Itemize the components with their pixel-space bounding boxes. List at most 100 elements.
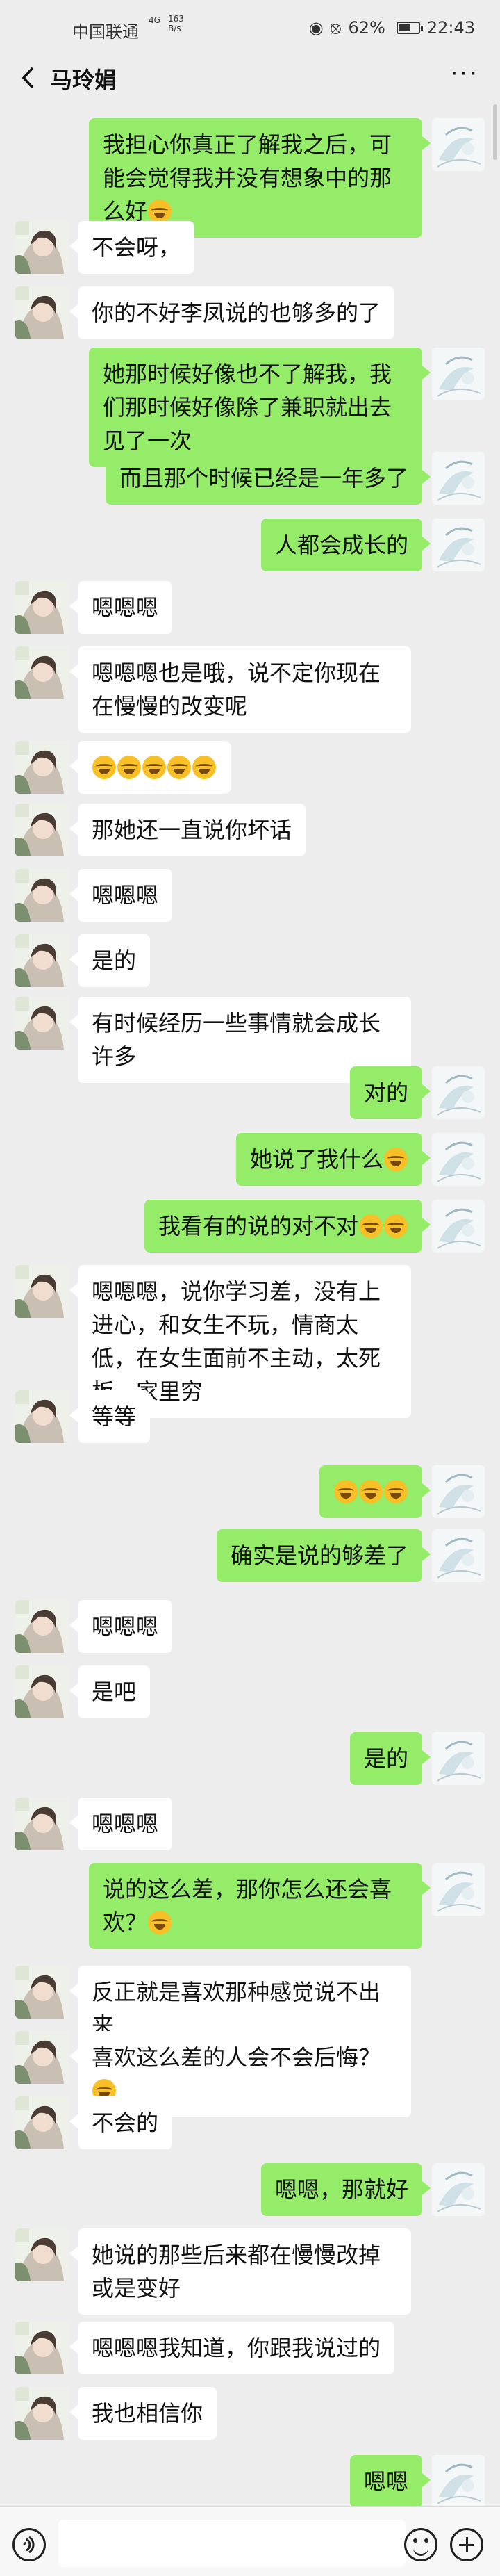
own-avatar[interactable] xyxy=(432,1465,485,1518)
own-avatar-image xyxy=(432,2455,485,2508)
received-message-bubble[interactable]: 嗯嗯嗯也是哦，说不定你现在在慢慢的改变呢 xyxy=(69,646,411,733)
more-options-button[interactable]: ··· xyxy=(451,60,479,88)
message-text: 反正就是喜欢那种感觉说不出来 xyxy=(92,1979,381,2039)
message-text: 嗯嗯 xyxy=(363,2468,408,2495)
contact-avatar[interactable] xyxy=(15,646,68,699)
own-avatar[interactable] xyxy=(432,1732,485,1785)
sent-message-bubble[interactable]: 我看有的说的对不对 xyxy=(144,1200,431,1253)
contact-avatar[interactable] xyxy=(15,1600,68,1653)
message-text: 我也相信你 xyxy=(92,2400,203,2427)
back-button[interactable] xyxy=(17,65,39,90)
sent-message-bubble[interactable]: 确实是说的够差了 xyxy=(216,1529,431,1582)
contact-avatar[interactable] xyxy=(15,741,68,794)
received-message-bubble[interactable]: 等等 xyxy=(69,1390,151,1443)
message-text: 有时候经历一些事情就会成长许多 xyxy=(92,1010,381,1070)
sent-message-bubble[interactable]: 而且那个时候已经是一年多了 xyxy=(105,452,431,505)
message-input[interactable] xyxy=(58,2520,406,2567)
contact-avatar[interactable] xyxy=(15,1798,68,1850)
own-avatar-image xyxy=(432,118,485,171)
own-avatar[interactable] xyxy=(432,1066,485,1119)
received-message-bubble[interactable]: 你的不好李凤说的也够多的了 xyxy=(69,286,395,339)
received-message-bubble[interactable]: 嗯嗯嗯 xyxy=(69,1600,173,1653)
contact-avatar[interactable] xyxy=(15,804,68,856)
emoji-icon[interactable] xyxy=(404,2528,438,2561)
contact-avatar[interactable] xyxy=(15,581,68,634)
received-message-bubble[interactable]: 那她还一直说你坏话 xyxy=(69,804,306,856)
message-text: 嗯嗯嗯，说你学习差，没有上进心，和女生不玩，情商太低，在女生面前不主动，太死板，… xyxy=(92,1278,381,1405)
received-message-bubble[interactable]: 嗯嗯嗯 xyxy=(69,869,173,922)
sent-message-bubble[interactable]: 说的这么差，那你怎么还会喜欢？ xyxy=(89,1863,431,1949)
received-message-bubble[interactable]: 嗯嗯嗯我知道，你跟我说过的 xyxy=(69,2322,395,2374)
sent-message-bubble[interactable]: 是的 xyxy=(349,1732,431,1785)
contact-avatar-image xyxy=(15,646,68,699)
contact-avatar[interactable] xyxy=(15,1665,68,1718)
sent-message-bubble[interactable]: 我担心你真正了解我之后，可能会觉得我并没有想象中的那么好 xyxy=(89,118,431,238)
contact-avatar[interactable] xyxy=(15,1265,68,1318)
sent-message-bubble[interactable]: 她那时候好像也不了解我，我们那时候好像除了兼职就出去见了一次 xyxy=(89,348,431,467)
own-avatar[interactable] xyxy=(432,118,485,171)
plus-icon[interactable] xyxy=(450,2528,483,2561)
contact-avatar[interactable] xyxy=(15,2031,68,2084)
speed-unit: B/s xyxy=(168,24,181,33)
sent-message-bubble[interactable]: 人都会成长的 xyxy=(260,519,431,571)
sent-message-bubble[interactable]: 嗯嗯，那就好 xyxy=(260,2163,431,2216)
sent-message-bubble[interactable]: 她说了我什么 xyxy=(235,1133,431,1186)
contact-avatar[interactable] xyxy=(15,2322,68,2374)
sent-message-bubble[interactable]: 对的 xyxy=(349,1066,431,1119)
contact-avatar-image xyxy=(15,2096,68,2149)
own-avatar-image xyxy=(432,452,485,505)
sent-message-bubble[interactable]: 嗯嗯 xyxy=(349,2455,431,2508)
message-text: 那她还一直说你坏话 xyxy=(92,817,292,843)
contact-avatar[interactable] xyxy=(15,2228,68,2281)
received-message-bubble[interactable]: 我也相信你 xyxy=(69,2387,217,2440)
received-message-bubble[interactable]: 是吧 xyxy=(69,1665,151,1718)
contact-avatar[interactable] xyxy=(15,2387,68,2440)
message-text: 喜欢这么差的人会不会后悔？ xyxy=(92,2044,381,2071)
message-text: 嗯嗯嗯我知道，你跟我说过的 xyxy=(92,2335,381,2361)
received-message-bubble[interactable]: 嗯嗯嗯 xyxy=(69,581,173,634)
contact-avatar-image xyxy=(15,2387,68,2440)
sent-message-bubble[interactable] xyxy=(319,1465,431,1518)
message-text: 人都会成长的 xyxy=(274,532,408,558)
contact-avatar[interactable] xyxy=(15,997,68,1050)
own-avatar[interactable] xyxy=(432,2455,485,2508)
laugh-emoji-icon xyxy=(142,756,166,779)
contact-avatar[interactable] xyxy=(15,286,68,339)
received-message-bubble[interactable] xyxy=(69,741,231,794)
received-message-bubble[interactable]: 她说的那些后来都在慢慢改掉或是变好 xyxy=(69,2228,411,2315)
contact-avatar-image xyxy=(15,1265,68,1318)
message-text: 说的这么差，那你怎么还会喜欢？ xyxy=(103,1876,392,1936)
received-message-bubble[interactable]: 嗯嗯嗯 xyxy=(69,1798,173,1850)
own-avatar[interactable] xyxy=(432,2163,485,2216)
laugh-emoji-icon xyxy=(384,1148,408,1171)
contact-avatar[interactable] xyxy=(15,221,68,274)
contact-avatar[interactable] xyxy=(15,1390,68,1443)
own-avatar[interactable] xyxy=(432,1863,485,1916)
laugh-emoji-icon xyxy=(148,1911,172,1934)
speed-value: 163 xyxy=(168,14,184,24)
own-avatar[interactable] xyxy=(432,1133,485,1186)
voice-icon[interactable] xyxy=(12,2528,46,2561)
received-message-bubble[interactable]: 是的 xyxy=(69,934,151,987)
received-message-bubble[interactable]: 不会呀， xyxy=(69,221,195,274)
battery-icon xyxy=(396,22,423,34)
own-avatar[interactable] xyxy=(432,1529,485,1582)
eye-icon: ◉ xyxy=(308,18,324,38)
laugh-emoji-icon xyxy=(334,1480,358,1503)
own-avatar[interactable] xyxy=(432,452,485,505)
own-avatar[interactable] xyxy=(432,519,485,571)
contact-avatar[interactable] xyxy=(15,1966,68,2019)
scrollbar[interactable] xyxy=(493,104,497,160)
contact-avatar[interactable] xyxy=(15,934,68,987)
chevron-left-icon xyxy=(22,67,34,89)
battery-level xyxy=(399,24,410,31)
own-avatar[interactable] xyxy=(432,348,485,400)
contact-avatar[interactable] xyxy=(15,2096,68,2149)
received-message-bubble[interactable]: 不会的 xyxy=(69,2096,173,2149)
battery-percent: 62% xyxy=(348,18,385,38)
laugh-emoji-icon xyxy=(359,1214,383,1238)
message-text: 她说的那些后来都在慢慢改掉或是变好 xyxy=(92,2242,381,2301)
contact-avatar[interactable] xyxy=(15,869,68,922)
laugh-emoji-icon xyxy=(384,1480,408,1503)
own-avatar[interactable] xyxy=(432,1200,485,1253)
